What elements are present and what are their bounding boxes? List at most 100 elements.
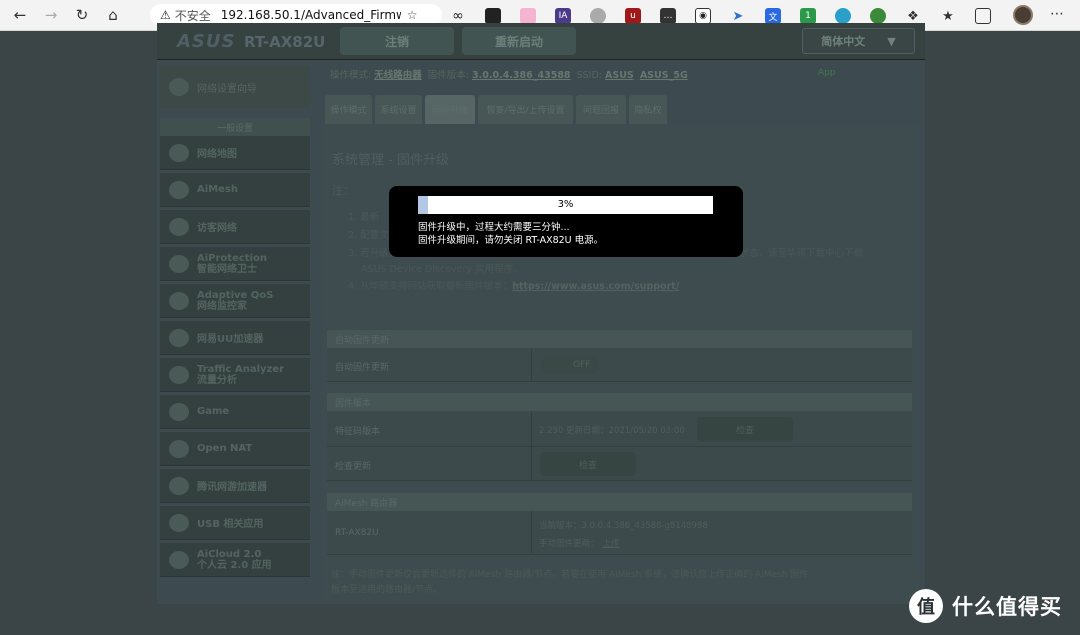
sidebar-item-aicloud[interactable]: AiCloud 2.0 个人云 2.0 应用	[160, 543, 310, 577]
app-label[interactable]: App	[818, 68, 836, 78]
ssid-1[interactable]: ASUS	[605, 70, 634, 81]
signature-row: 特征码版本 2.250 更新日期：2021/05/20 03:00 检查	[327, 411, 912, 447]
url-text[interactable]: 192.168.50.1/Advanced_FirmwareU...	[221, 8, 401, 22]
sidebar-item-traffic-analyzer[interactable]: Traffic Analyzer 流量分析	[160, 358, 310, 392]
camera-extension-icon[interactable]: ◉	[695, 8, 711, 24]
sidebar-item-aiprotection[interactable]: AiProtection 智能网络卫士	[160, 247, 310, 281]
back-icon[interactable]: ←	[9, 4, 31, 26]
auto-update-toggle[interactable]: OFF	[541, 356, 599, 374]
terminal-extension-icon[interactable]: …	[660, 8, 676, 24]
mouse-extension-icon[interactable]	[590, 8, 606, 24]
favorites-icon[interactable]: ★	[940, 8, 956, 24]
extension-icon[interactable]	[485, 8, 501, 24]
aimesh-section-header: AiMesh 路由器	[327, 493, 912, 511]
check-update-row: 检查更新 检查	[327, 447, 912, 481]
sidebar-item-open-nat[interactable]: Open NAT	[160, 432, 310, 466]
mode-value[interactable]: 无线路由器	[374, 70, 422, 81]
chevron-down-icon: ▼	[887, 34, 896, 48]
forward-icon[interactable]: →	[40, 4, 62, 26]
more-menu-icon[interactable]: ⋯	[1050, 6, 1064, 22]
upload-link[interactable]: 上传	[603, 539, 620, 549]
sidebar-item-sublabel: 网络监控家	[197, 300, 247, 312]
watermark-logo: 值	[909, 589, 943, 623]
auto-update-row: 自动固件更新 OFF	[327, 348, 912, 382]
sidebar-item-tencent-accelerator[interactable]: 腾讯网游加速器	[160, 469, 310, 503]
sidebar-item-uu-accelerator[interactable]: 网易UU加速器	[160, 321, 310, 355]
sidebar-item-guest-network[interactable]: 访客网络	[160, 210, 310, 244]
gauge-icon	[169, 291, 189, 310]
collections-icon[interactable]	[975, 8, 991, 24]
progress-message: 固件升级中，过程大约需要三分钟...	[418, 222, 570, 233]
nat-icon	[169, 439, 189, 458]
setup-wizard-label: 网络设置向导	[197, 83, 257, 95]
sidebar-item-label: 访客网络	[197, 223, 237, 234]
bottom-note-line-2: 版本至适用的路由器/节点。	[331, 585, 443, 595]
reboot-button[interactable]: 重新启动	[462, 27, 576, 55]
ublock-extension-icon[interactable]: u	[625, 8, 641, 24]
ia-extension-icon[interactable]: IA	[555, 8, 571, 24]
aimesh-device-row: RT-AX82U 当前版本：3.0.0.4.386_43588-g8148988…	[327, 511, 912, 555]
globe-icon	[169, 143, 189, 162]
mesh-icon	[169, 180, 189, 199]
sidebar: 网络设置向导 一般设置 网络地图 AiMesh 访客网络 AiProtectio…	[160, 66, 310, 604]
fw-value[interactable]: 3.0.0.4.386_43588	[472, 70, 571, 81]
sidebar-item-label: 腾讯网游加速器	[197, 482, 267, 493]
watermark-text: 什么值得买	[952, 595, 1062, 619]
profile-avatar[interactable]	[1013, 5, 1033, 25]
support-link[interactable]: https://www.asus.com/support/	[512, 281, 679, 292]
sidebar-item-network-map[interactable]: 网络地图	[160, 136, 310, 170]
infinity-extension-icon[interactable]: ∞	[450, 8, 466, 24]
refresh-icon[interactable]: ↻	[71, 4, 93, 26]
fw-label: 固件版本:	[427, 70, 469, 81]
check-update-button[interactable]: 检查	[540, 452, 636, 476]
translate-extension-icon[interactable]: 文	[765, 8, 781, 24]
sidebar-item-aimesh[interactable]: AiMesh	[160, 173, 310, 207]
sidebar-item-label: 网易UU加速器	[197, 334, 264, 345]
row-divider	[531, 411, 532, 446]
ssid-label: SSID:	[576, 70, 602, 81]
tab-privacy[interactable]: 隐私权	[629, 95, 667, 124]
language-select[interactable]: 简体中文 ▼	[802, 28, 915, 54]
sidebar-item-label: AiProtection	[197, 252, 267, 264]
manual-update-label: 手动固件更新： 上传	[539, 537, 620, 549]
cat-extension-icon[interactable]	[520, 8, 536, 24]
sidebar-item-label: Open NAT	[197, 443, 253, 454]
sidebar-item-label: Game	[197, 406, 230, 417]
firmware-progress-dialog: 3% 固件升级中，过程大约需要三分钟... 固件升级期间，请勿关闭 RT-AX8…	[389, 186, 743, 257]
globe-extension-icon[interactable]	[870, 8, 886, 24]
router-model: RT-AX82U	[244, 33, 326, 51]
aimesh-device-name: RT-AX82U	[335, 528, 379, 538]
tab-system-settings[interactable]: 系统设置	[375, 95, 422, 124]
sidebar-item-label: AiMesh	[197, 184, 238, 195]
sidebar-item-adaptive-qos[interactable]: Adaptive QoS 网络监控家	[160, 284, 310, 318]
off-extension-icon[interactable]: 1	[800, 8, 816, 24]
sidebar-item-sublabel: 流量分析	[197, 374, 237, 386]
page-title: 系统管理 - 固件升级	[332, 153, 449, 168]
sidebar-item-usb[interactable]: USB 相关应用	[160, 506, 310, 540]
row-divider	[531, 348, 532, 381]
sidebar-item-game[interactable]: Game	[160, 395, 310, 429]
home-icon[interactable]: ⌂	[102, 4, 124, 26]
shield-icon	[169, 254, 189, 273]
ssid-2[interactable]: ASUS_5G	[640, 70, 688, 81]
bird-extension-icon[interactable]: ➤	[730, 8, 746, 24]
favorite-icon[interactable]: ☆	[407, 8, 418, 22]
puzzle-icon[interactable]: ❖	[905, 8, 921, 24]
manual-update-text: 手动固件更新：	[539, 539, 599, 549]
tab-restore-settings[interactable]: 恢复/导出/上传设置	[478, 95, 573, 124]
tab-feedback[interactable]: 问题回报	[576, 95, 626, 124]
warning-icon: ⚠	[160, 8, 171, 22]
sidebar-item-label: Adaptive QoS	[197, 289, 274, 301]
shield-extension-icon[interactable]	[835, 8, 851, 24]
note-4-text: 4. 从华硕支持网站获取最新固件版本：	[348, 281, 513, 292]
general-section-header: 一般设置	[160, 118, 310, 136]
check-signature-button[interactable]: 检查	[697, 417, 793, 441]
tab-firmware-upgrade[interactable]: 固件升级	[425, 95, 475, 124]
row-divider	[531, 447, 532, 480]
tab-operation-mode[interactable]: 操作模式	[325, 95, 372, 124]
sidebar-item-label: USB 相关应用	[197, 519, 264, 530]
logout-button[interactable]: 注销	[340, 27, 454, 55]
sidebar-item-sublabel: 个人云 2.0 应用	[197, 559, 272, 571]
setup-wizard-item[interactable]: 网络设置向导	[160, 66, 310, 108]
usb-icon	[169, 513, 189, 532]
